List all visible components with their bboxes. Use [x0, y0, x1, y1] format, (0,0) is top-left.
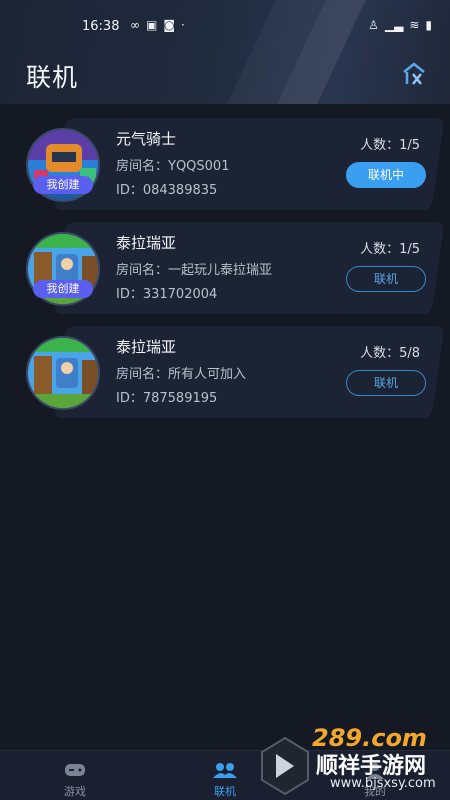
room-id: ID：331702004 — [116, 287, 218, 302]
join-button[interactable]: 联机 — [346, 370, 426, 396]
game-name: 泰拉瑞亚 — [116, 234, 177, 252]
battery-icon: ▮ — [425, 18, 432, 32]
game-name: 泰拉瑞亚 — [116, 338, 177, 356]
room-name: 房间名：YQQS001 — [116, 159, 230, 174]
status-notification-icons: ∞ ▣ ◙ · — [130, 18, 185, 32]
site-watermark: 289.com 顺祥手游网 www.bjsxsy.com — [258, 718, 448, 800]
room-name: 房间名：所有人可加入 — [116, 367, 247, 382]
room-card[interactable]: 泰拉瑞亚 房间名：所有人可加入 ID：787589195 人数：5/8 联机 — [0, 326, 450, 424]
room-card[interactable]: 我创建 泰拉瑞亚 房间名：一起玩儿泰拉瑞亚 ID：331702004 人数：1/… — [0, 222, 450, 320]
page-title: 联机 — [26, 63, 79, 92]
status-system-icons: ♙ ▁▃ ≋ ▮ — [368, 18, 432, 32]
player-count: 人数：1/5 — [360, 242, 420, 257]
join-button[interactable]: 联机 — [346, 266, 426, 292]
image-icon: ▣ — [146, 18, 158, 32]
game-icon: ◙ — [163, 18, 175, 32]
link-icon: ∞ — [130, 18, 140, 32]
nav-label: 游戏 — [64, 785, 86, 798]
room-id: ID：084389835 — [116, 183, 218, 198]
status-time: 16:38 — [82, 19, 120, 34]
room-swap-icon[interactable] — [400, 60, 428, 88]
game-avatar — [26, 336, 100, 410]
game-name: 元气骑士 — [116, 130, 177, 148]
nav-item-games[interactable]: 游戏 — [0, 751, 150, 800]
player-count: 人数：1/5 — [360, 138, 420, 153]
header: 16:38 ∞ ▣ ◙ · ♙ ▁▃ ≋ ▮ 联机 — [0, 0, 450, 104]
person-icon: ♙ — [368, 18, 379, 32]
room-name: 房间名：一起玩儿泰拉瑞亚 — [116, 263, 273, 278]
wifi-icon: ≋ — [409, 18, 420, 32]
status-bar: 16:38 ∞ ▣ ◙ · ♙ ▁▃ ≋ ▮ — [0, 16, 450, 40]
more-dots-icon: · — [181, 18, 185, 32]
room-id: ID：787589195 — [116, 391, 218, 406]
creator-badge: 我创建 — [33, 280, 93, 298]
join-button[interactable]: 联机中 — [346, 162, 426, 188]
creator-badge: 我创建 — [33, 176, 93, 194]
watermark-logo-icon — [261, 736, 309, 796]
signal-icon: ▁▃ — [384, 18, 404, 32]
multiplayer-icon — [211, 761, 239, 779]
room-card[interactable]: 我创建 元气骑士 房间名：YQQS001 ID：084389835 人数：1/5… — [0, 118, 450, 216]
gamepad-icon — [61, 761, 89, 779]
player-count: 人数：5/8 — [360, 346, 420, 361]
watermark-url: www.bjsxsy.com — [330, 776, 436, 791]
